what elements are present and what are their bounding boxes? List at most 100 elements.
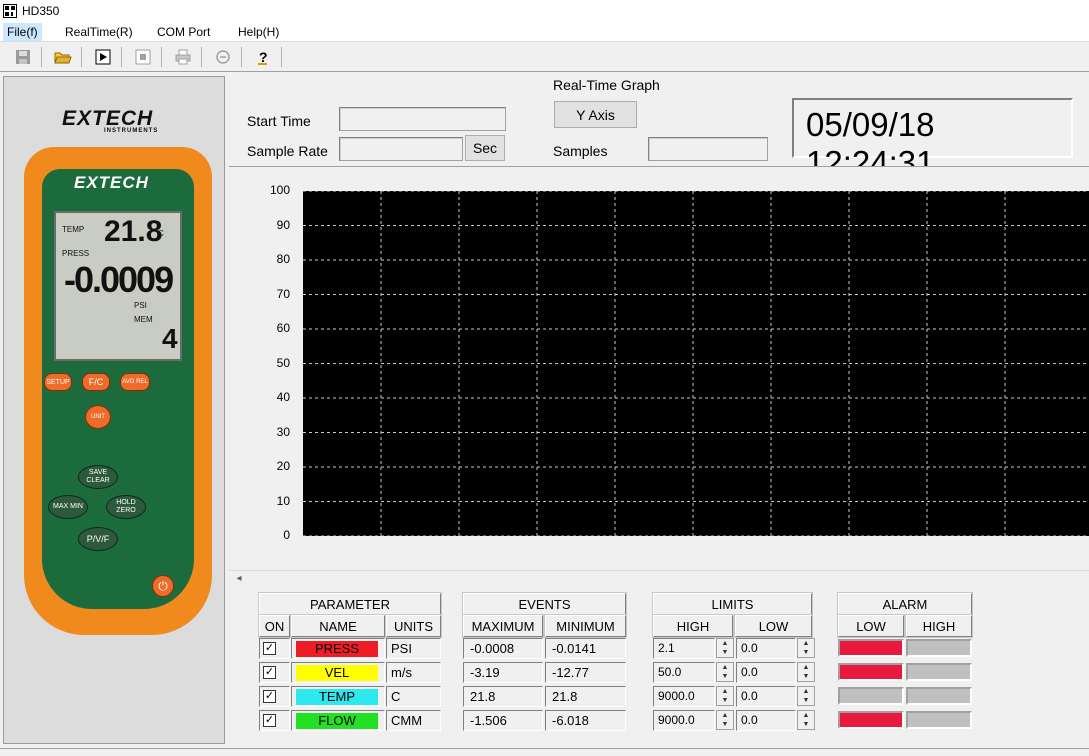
units-cell[interactable]: m/s [386, 662, 441, 683]
y-tick-label: 10 [276, 493, 290, 508]
pvf-button-image: P/V/F [78, 527, 118, 551]
y-tick-label: 80 [276, 252, 290, 266]
events-header: EVENTS [462, 592, 627, 616]
limit-high-spinner[interactable]: ▲ ▼ [716, 686, 734, 706]
parameter-name: VEL [296, 665, 378, 681]
limit-low-field[interactable]: 0.0 [736, 662, 796, 683]
maximum-cell: -1.506 [463, 710, 543, 731]
alarm-high-indicator [906, 639, 972, 657]
sample-rate-field[interactable] [339, 137, 463, 161]
samples-field[interactable] [648, 137, 768, 161]
limit-low-field[interactable]: 0.0 [736, 710, 796, 731]
graph-title: Real-Time Graph [553, 77, 660, 93]
parameter-name: FLOW [296, 713, 378, 729]
lcd-temp-unit: C [158, 229, 164, 238]
y-tick-label: 70 [276, 286, 290, 301]
start-time-field[interactable] [339, 107, 506, 131]
lcd-temp-value: 21.8 [104, 215, 163, 248]
horizontal-scrollbar[interactable]: ◂ [229, 570, 1089, 588]
brand-sub: INSTRUMENTS [104, 128, 159, 134]
save-icon[interactable] [11, 46, 35, 68]
lcd-mem-value: 4 [162, 323, 178, 354]
menu-file[interactable]: File(f) [3, 23, 42, 41]
limit-low-spinner[interactable]: ▲ ▼ [797, 638, 815, 658]
lcd-press-unit: PSI [134, 301, 147, 310]
sec-button[interactable]: Sec [465, 135, 505, 161]
units-cell[interactable]: PSI [386, 638, 441, 659]
on-cell: ✓ [259, 638, 290, 659]
name-cell: VEL [291, 662, 385, 683]
y-tick-label: 30 [276, 424, 290, 439]
on-checkbox[interactable]: ✓ [263, 690, 276, 703]
y-tick-label: 50 [276, 355, 290, 370]
fc-button-image: F/C [82, 373, 110, 391]
y-tick-label: 100 [269, 183, 290, 197]
minimum-cell: -12.77 [545, 662, 626, 683]
plot-area[interactable] [303, 190, 1089, 537]
alarm-high-header: HIGH [905, 614, 973, 638]
limit-low-field[interactable]: 0.0 [736, 686, 796, 707]
app-icon [3, 4, 17, 18]
lcd-press-value: -0.0009 [64, 259, 174, 300]
limit-high-spinner[interactable]: ▲ ▼ [716, 638, 734, 658]
limit-high-spinner[interactable]: ▲ ▼ [716, 710, 734, 730]
status-bar [0, 748, 1089, 756]
units-cell[interactable]: C [386, 686, 441, 707]
clock-display: 05/09/18 12:24:31 [792, 98, 1073, 181]
on-cell: ✓ [259, 686, 290, 707]
lcd-press-label: PRESS [62, 249, 90, 258]
parameter-name: PRESS [296, 641, 378, 657]
play-icon[interactable] [91, 46, 115, 68]
help-icon[interactable]: ? [251, 46, 275, 68]
limit-low-spinner[interactable]: ▲ ▼ [797, 686, 815, 706]
minimum-cell: -6.018 [545, 710, 626, 731]
on-checkbox[interactable]: ✓ [263, 666, 276, 679]
limit-low-field[interactable]: 0.0 [736, 638, 796, 659]
parameter-header: PARAMETER [258, 592, 442, 616]
name-header: NAME [290, 614, 386, 638]
minus-circle-icon[interactable] [211, 46, 235, 68]
menu-realtime[interactable]: RealTime(R) [61, 25, 137, 39]
menu-com-port[interactable]: COM Port [153, 25, 214, 39]
device-panel: EXTECH INSTRUMENTS EXTECH TEMP 21.8 C PR… [3, 76, 225, 744]
toolbar: ? [0, 43, 1089, 72]
limit-low-spinner[interactable]: ▲ ▼ [797, 662, 815, 682]
open-folder-icon[interactable] [51, 46, 75, 68]
maxmin-button-image: MAX MIN [48, 495, 88, 519]
limit-low-spinner[interactable]: ▲ ▼ [797, 710, 815, 730]
limit-high-field[interactable]: 9000.0 [653, 686, 715, 707]
scroll-left-icon[interactable]: ◂ [231, 573, 247, 587]
limit-high-field[interactable]: 50.0 [653, 662, 715, 683]
menu-help[interactable]: Help(H) [234, 25, 283, 39]
units-header: UNITS [385, 614, 442, 638]
meter-logo: EXTECH [74, 173, 149, 192]
alarm-header: ALARM [837, 592, 973, 616]
print-icon[interactable] [171, 46, 195, 68]
on-checkbox[interactable]: ✓ [263, 714, 276, 727]
window-title: HD350 [22, 4, 60, 18]
stop-icon[interactable] [131, 46, 155, 68]
unit-button-image: UNIT [85, 405, 111, 429]
alarm-low-indicator [838, 639, 904, 657]
minimum-cell: 21.8 [545, 686, 626, 707]
limit-high-spinner[interactable]: ▲ ▼ [716, 662, 734, 682]
svg-text:?: ? [259, 49, 268, 65]
meter-image: EXTECH TEMP 21.8 C PRESS -0.0009 PSI MEM… [24, 147, 212, 635]
alarm-low-indicator [838, 663, 904, 681]
limit-high-field[interactable]: 9000.0 [653, 710, 715, 731]
maximum-cell: -0.0008 [463, 638, 543, 659]
hold-button-image: HOLD ZERO [106, 495, 146, 519]
lcd-mem-label: MEM [134, 315, 153, 324]
limit-high-field[interactable]: 2.1 [653, 638, 715, 659]
alarm-low-header: LOW [837, 614, 905, 638]
name-cell: FLOW [291, 710, 385, 731]
menu-bar: File(f) RealTime(R) COM Port Help(H) [0, 22, 1089, 42]
y-tick-label: 60 [276, 321, 290, 335]
save-button-image: SAVE CLEAR [78, 465, 118, 489]
units-cell[interactable]: CMM [386, 710, 441, 731]
title-bar: HD350 [0, 0, 1089, 22]
start-time-label: Start Time [247, 113, 311, 129]
lcd-temp-label: TEMP [62, 225, 85, 234]
y-axis-button[interactable]: Y Axis [554, 101, 637, 128]
on-checkbox[interactable]: ✓ [263, 642, 276, 655]
